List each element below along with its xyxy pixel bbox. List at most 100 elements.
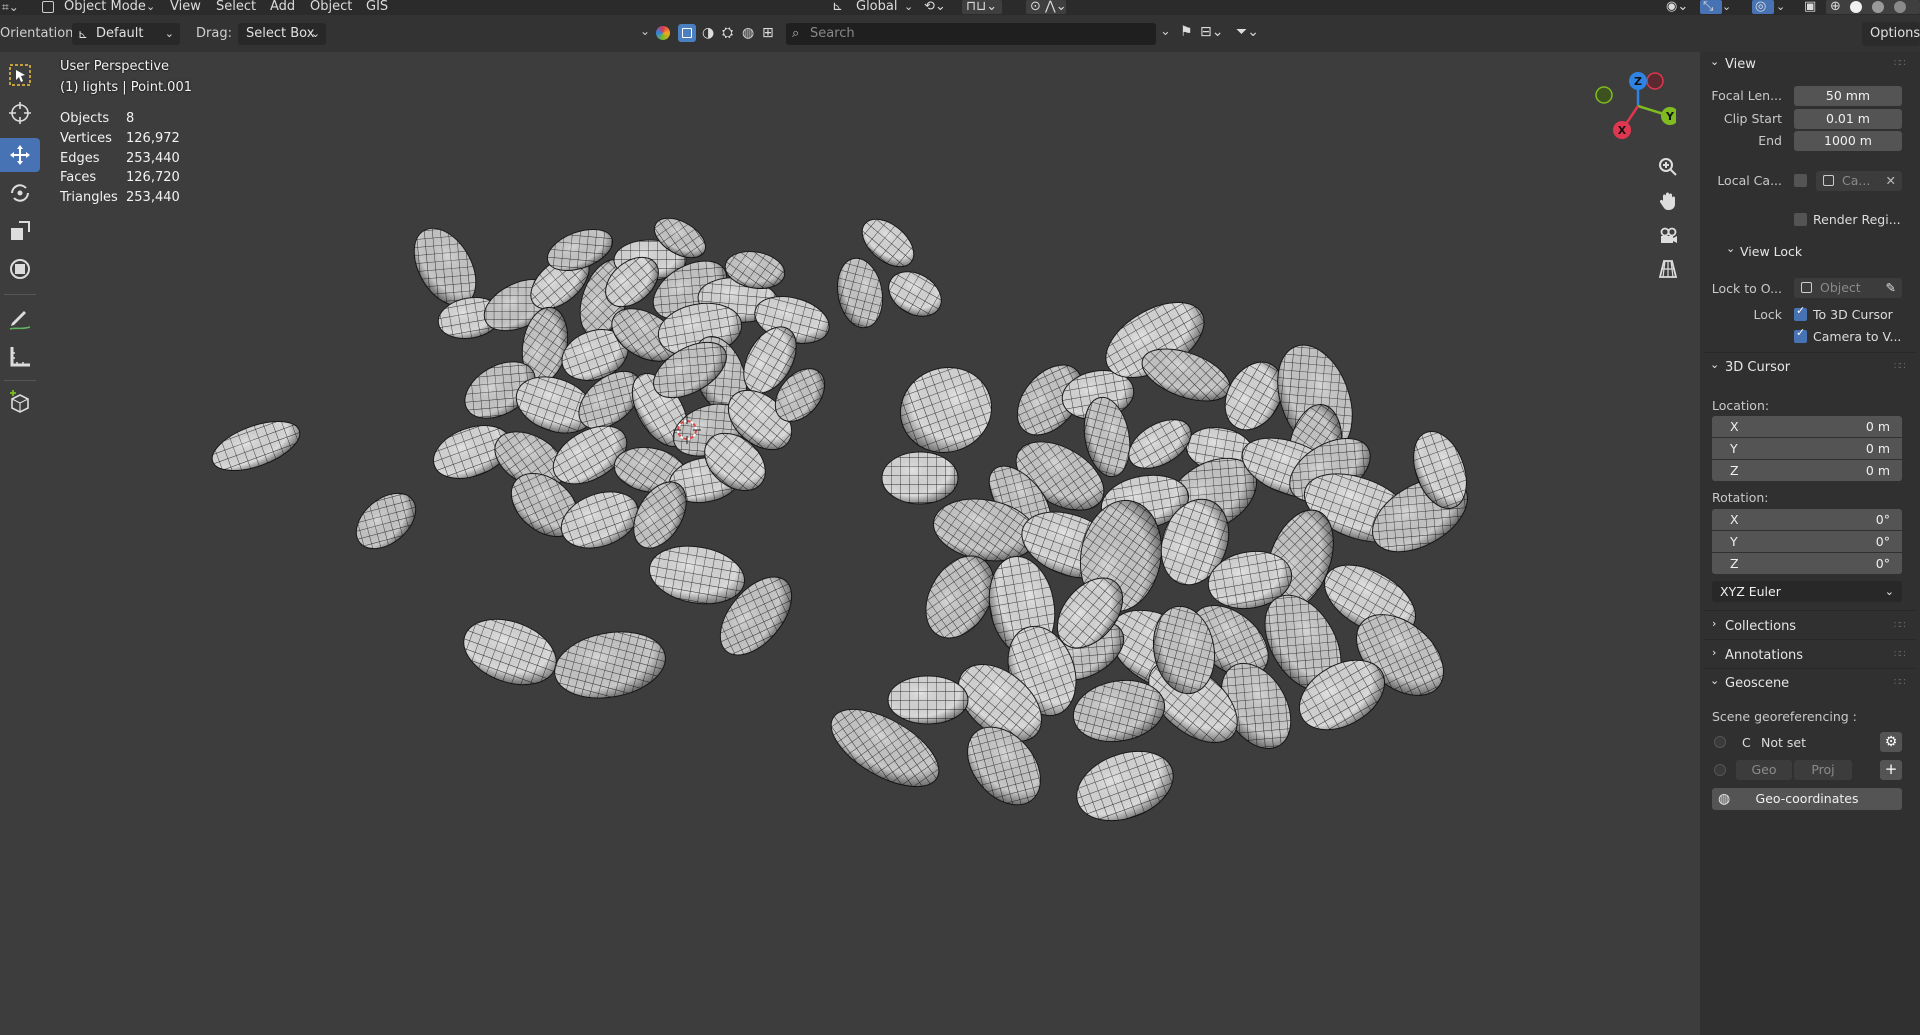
stat-label: Edges — [60, 151, 100, 166]
axis-value: 0° — [1875, 534, 1890, 549]
cursor-tool[interactable] — [0, 96, 40, 130]
drag-handle-icon[interactable]: ∷∷ — [1894, 58, 1906, 69]
drag-handle-icon[interactable]: ∷∷ — [1894, 620, 1906, 631]
material-shading-icon[interactable] — [1872, 1, 1884, 13]
local-camera-field[interactable]: Ca... ✕ — [1816, 171, 1902, 191]
funnel-icon[interactable]: ⏷⌄ — [1236, 24, 1259, 40]
clip-end-label: End — [1758, 133, 1782, 148]
geo-button[interactable]: Geo — [1736, 760, 1792, 780]
menu-add[interactable]: Add — [270, 0, 295, 15]
menu-select[interactable]: Select — [216, 0, 256, 15]
drag-handle-icon[interactable]: ∷∷ — [1894, 361, 1906, 372]
location-z-field[interactable]: Z 0 m — [1712, 460, 1902, 481]
rotation-y-field[interactable]: Y 0° — [1712, 531, 1902, 552]
geo-coordinates-button[interactable]: ◍ Geo-coordinates — [1712, 788, 1902, 810]
move-tool[interactable] — [0, 138, 40, 172]
layout-icon[interactable]: ⊟⌄ — [1200, 24, 1223, 40]
gear-icon[interactable]: ⚙ — [1880, 732, 1902, 752]
scale-tool[interactable] — [0, 214, 40, 248]
collections-header[interactable]: Collections — [1725, 619, 1796, 634]
camera-view-button[interactable] — [1653, 220, 1683, 250]
lock-to-object-field[interactable]: Object ✎ — [1794, 278, 1902, 298]
search-input[interactable]: ⌕ Search — [786, 23, 1156, 45]
editor-type-icon[interactable]: ⌗⌄ — [2, 0, 19, 15]
annotate-tool[interactable] — [0, 302, 40, 336]
stat-value: 126,720 — [126, 170, 180, 185]
eyedropper-icon[interactable]: ✎ — [1886, 278, 1896, 298]
menu-view[interactable]: View — [170, 0, 201, 15]
filter-chevron-icon[interactable]: ⌄ — [640, 24, 650, 38]
rotation-x-field[interactable]: X 0° — [1712, 509, 1902, 530]
active-object-info: (1) lights | Point.001 — [60, 80, 192, 95]
scene-icon[interactable] — [656, 26, 670, 40]
transform-tool[interactable] — [0, 252, 40, 286]
rotation-mode-dropdown[interactable]: XYZ Euler ⌄ — [1712, 581, 1902, 602]
world-icon[interactable]: ◍ — [742, 25, 754, 41]
viewport-canvas[interactable] — [0, 52, 1700, 1035]
3d-cursor-header[interactable]: 3D Cursor — [1725, 360, 1790, 375]
seed-meshes — [211, 217, 1468, 822]
clipboard-icon[interactable]: ⊞ — [762, 25, 774, 41]
proj-button[interactable]: Proj — [1794, 760, 1852, 780]
perspective-toggle-button[interactable] — [1653, 254, 1683, 284]
local-camera-checkbox[interactable] — [1794, 174, 1807, 187]
chevron-down-icon: ⌄ — [1884, 585, 1894, 598]
chevron-down-icon: ⌄ — [164, 27, 174, 40]
material-icon[interactable]: ◑ — [702, 25, 714, 41]
camera-icon — [1660, 227, 1677, 243]
options-button[interactable]: Options — [1862, 22, 1920, 46]
ruler-icon — [10, 347, 30, 367]
menu-gis[interactable]: GIS — [366, 0, 388, 15]
view-section-header[interactable]: View — [1725, 57, 1756, 72]
crs-letter: C — [1742, 735, 1751, 750]
stat-label: Objects — [60, 111, 110, 126]
check-icon: ✓ — [1796, 304, 1806, 317]
clear-icon[interactable]: ✕ — [1886, 171, 1896, 191]
view-lock-header[interactable]: View Lock — [1740, 244, 1802, 259]
geoscene-header[interactable]: Geoscene — [1725, 676, 1789, 691]
solid-shading-icon[interactable] — [1850, 1, 1862, 13]
zoom-button[interactable] — [1653, 152, 1683, 182]
rendered-shading-icon[interactable] — [1894, 1, 1906, 13]
visibility-icon[interactable]: ◉⌄ — [1666, 0, 1688, 15]
clip-end-field[interactable]: 1000 m — [1794, 131, 1902, 151]
rotation-z-field[interactable]: Z 0° — [1712, 553, 1902, 574]
transform-orientation-dropdown[interactable]: Global — [856, 0, 897, 15]
annotations-header[interactable]: Annotations — [1725, 648, 1803, 663]
wireframe-shading-icon[interactable]: ⊕ — [1830, 0, 1841, 15]
negative-y-axis[interactable] — [1595, 86, 1613, 104]
camera-to-view-label: Camera to V... — [1813, 329, 1902, 344]
drag-handle-icon[interactable]: ∷∷ — [1894, 649, 1906, 660]
select-box-tool[interactable] — [0, 58, 40, 92]
pan-button[interactable] — [1653, 186, 1683, 216]
modifier-icon[interactable]: ⛭ — [722, 25, 733, 41]
section-divider — [1704, 610, 1916, 611]
pivot-point-icon[interactable]: ⟲⌄ — [924, 0, 946, 15]
rotate-tool[interactable] — [0, 176, 40, 210]
measure-tool[interactable] — [0, 340, 40, 374]
filter-dropdown[interactable]: ⌄ — [1160, 24, 1171, 39]
orientation-dropdown[interactable]: ⊾ Default ⌄ — [72, 23, 180, 45]
square-icon — [682, 28, 692, 38]
focal-length-field[interactable]: 50 mm — [1794, 86, 1902, 106]
location-x-field[interactable]: X 0 m — [1712, 416, 1902, 437]
gizmo-icon: ⤡ — [1703, 0, 1714, 14]
add-icon[interactable]: + — [1880, 760, 1902, 780]
axis-value: 0 m — [1865, 463, 1890, 478]
navigation-gizmo[interactable]: Z Y X — [1590, 66, 1676, 146]
xray-icon[interactable]: ▣ — [1804, 0, 1816, 15]
clip-start-field[interactable]: 0.01 m — [1794, 109, 1902, 129]
lock-to-object-placeholder: Object — [1820, 280, 1861, 295]
local-camera-value: Ca... — [1842, 173, 1871, 188]
location-y-field[interactable]: Y 0 m — [1712, 438, 1902, 459]
drag-dropdown[interactable]: Select Box ⌄ — [238, 23, 326, 45]
lock-label: Lock — [1753, 307, 1782, 322]
viewport-header: ⌗⌄ Object Mode ⌄ View Select Add Object … — [0, 0, 1920, 15]
bookmark-icon[interactable]: ⚑ — [1180, 24, 1193, 40]
render-region-checkbox[interactable] — [1794, 213, 1807, 226]
negative-x-axis[interactable] — [1646, 72, 1664, 90]
menu-object[interactable]: Object — [310, 0, 352, 15]
mode-dropdown[interactable]: Object Mode — [64, 0, 146, 15]
add-cube-tool[interactable] — [0, 386, 40, 420]
drag-handle-icon[interactable]: ∷∷ — [1894, 677, 1906, 688]
